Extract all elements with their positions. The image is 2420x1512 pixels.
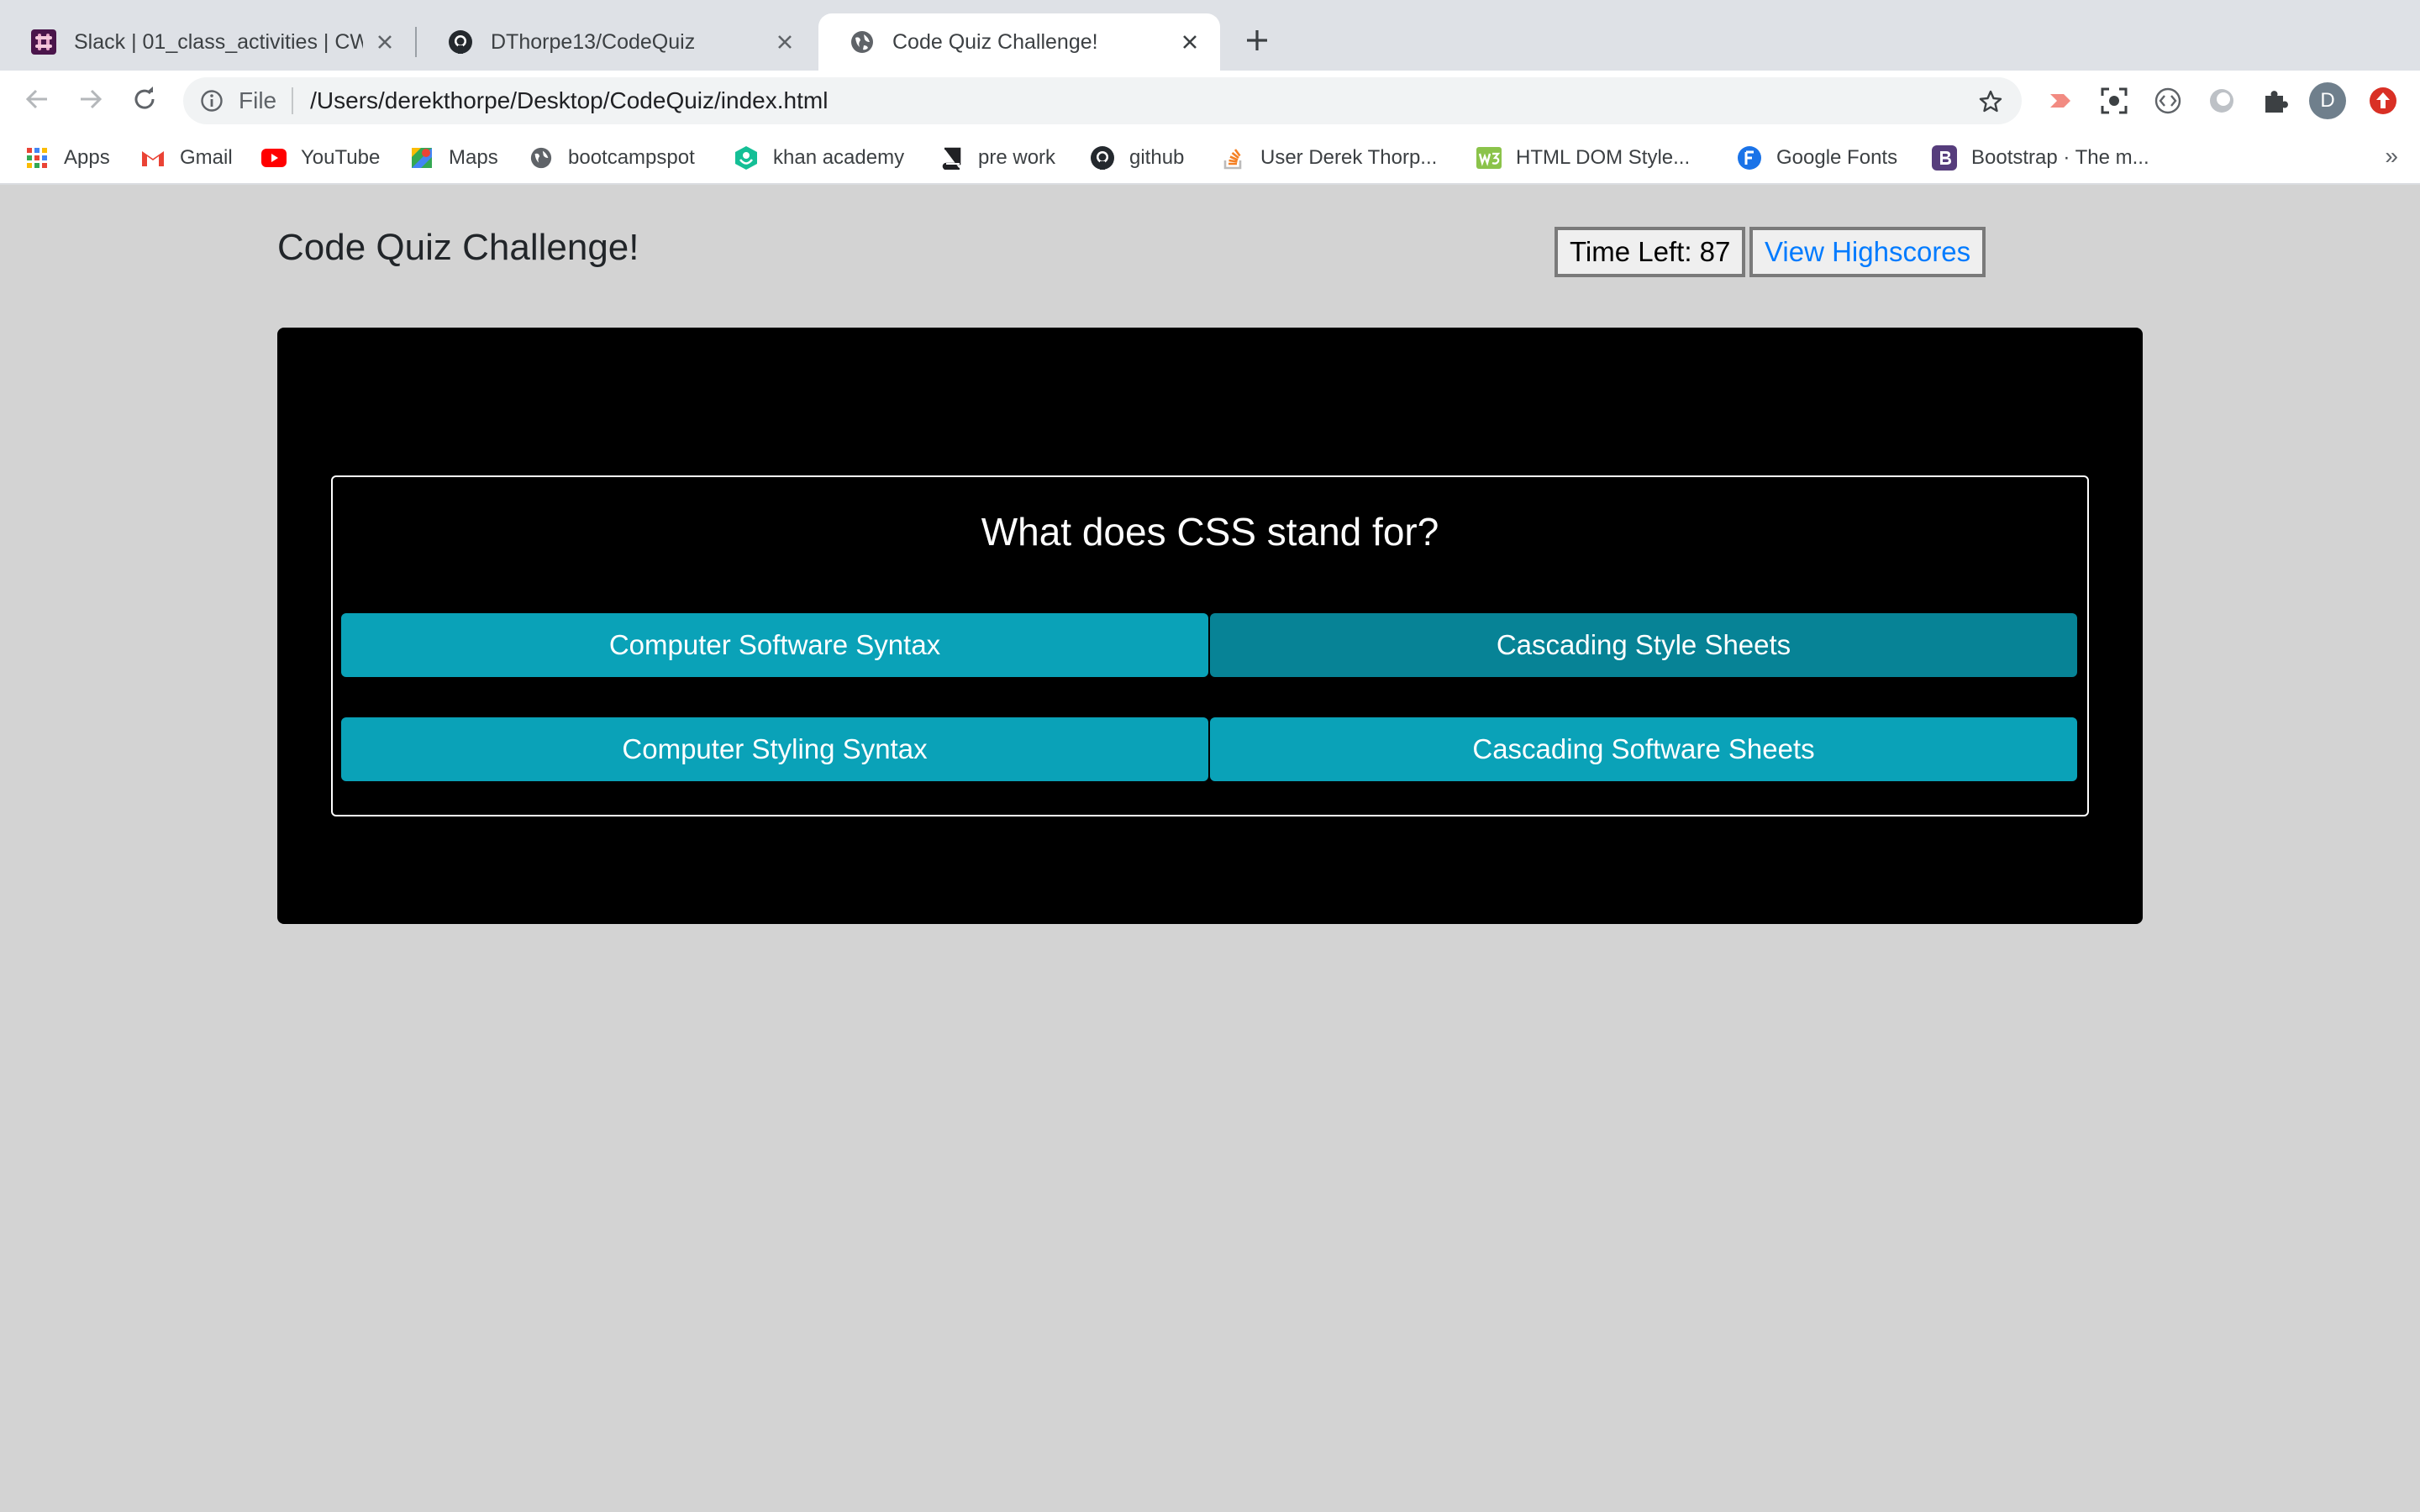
- address-bar[interactable]: File /Users/derekthorpe/Desktop/CodeQuiz…: [183, 77, 2022, 124]
- bookmark-label: User Derek Thorp...: [1260, 146, 1438, 169]
- screenshot-extension-icon[interactable]: [2097, 84, 2131, 118]
- bookmarks-bar: Apps Gmail YouTube Maps bootcampspot kha…: [0, 131, 2420, 185]
- bookmark-label: Bootstrap · The m...: [1971, 146, 2149, 169]
- bookmark-github[interactable]: github: [1089, 139, 1184, 176]
- gmail-icon: [139, 144, 166, 171]
- bookmarks-overflow-button[interactable]: »: [2385, 143, 2398, 170]
- tab-code-quiz[interactable]: Code Quiz Challenge!: [818, 13, 1220, 71]
- bookmark-label: pre work: [978, 146, 1056, 169]
- bookmark-label: Google Fonts: [1776, 146, 1898, 169]
- stackoverflow-icon: [1220, 144, 1247, 171]
- reload-button[interactable]: [126, 82, 163, 119]
- info-icon[interactable]: [198, 87, 225, 114]
- bookmark-label: YouTube: [301, 146, 381, 169]
- question-card: What does CSS stand for? Computer Softwa…: [331, 475, 2089, 816]
- answer-button-2[interactable]: Cascading Style Sheets: [1210, 613, 2077, 677]
- github-icon: [447, 29, 474, 55]
- bookmark-label: Apps: [64, 146, 110, 169]
- reload-icon: [131, 86, 158, 117]
- bookmark-label: Maps: [449, 146, 498, 169]
- tab-slack[interactable]: Slack | 01_class_activities | CW: [0, 13, 415, 71]
- youtube-icon: [260, 144, 287, 171]
- bookmark-gmail[interactable]: Gmail: [139, 139, 233, 176]
- tab-strip: Slack | 01_class_activities | CW DThorpe…: [0, 0, 2420, 71]
- bookmark-pre-work[interactable]: pre work: [938, 139, 1055, 176]
- bookmark-star-icon[interactable]: [1976, 87, 2005, 116]
- tab-title: DThorpe13/CodeQuiz: [491, 29, 696, 54]
- extension-icon[interactable]: [2205, 84, 2238, 118]
- plus-icon: [1245, 29, 1269, 56]
- github-icon: [1089, 144, 1116, 171]
- book-icon: [938, 144, 965, 171]
- bookmark-label: github: [1129, 146, 1185, 169]
- bookmark-maps[interactable]: Maps: [408, 139, 498, 176]
- url-scheme: File: [239, 87, 277, 113]
- apps-grid-icon: [24, 144, 50, 171]
- w3schools-icon: [1476, 144, 1502, 171]
- globe-icon: [849, 29, 876, 55]
- question-text: What does CSS stand for?: [981, 510, 1439, 554]
- slack-icon: [30, 29, 57, 55]
- bootstrap-icon: [1931, 144, 1958, 171]
- code-extension-icon[interactable]: [2151, 84, 2185, 118]
- tab-title: Code Quiz Challenge!: [892, 29, 1098, 54]
- bookmark-khan-academy[interactable]: khan academy: [733, 139, 904, 176]
- page-title: Code Quiz Challenge!: [277, 227, 639, 268]
- bookmark-stackoverflow[interactable]: User Derek Thorp...: [1220, 139, 1437, 176]
- close-icon[interactable]: [1176, 29, 1203, 55]
- divider: [292, 87, 294, 114]
- puzzle-icon[interactable]: [2259, 84, 2292, 118]
- url-text[interactable]: /Users/derekthorpe/Desktop/CodeQuiz/inde…: [310, 87, 828, 114]
- answer-button-1[interactable]: Computer Software Syntax: [341, 613, 1208, 677]
- bookmark-youtube[interactable]: YouTube: [260, 139, 380, 176]
- bookmark-apps[interactable]: Apps: [24, 139, 110, 176]
- view-highscores-link[interactable]: View Highscores: [1749, 227, 1986, 277]
- arrow-left-icon: [24, 86, 50, 117]
- tab-title: Slack | 01_class_activities | CW: [74, 29, 363, 54]
- arrow-right-icon: [77, 86, 104, 117]
- tab-github[interactable]: DThorpe13/CodeQuiz: [417, 13, 815, 71]
- back-button[interactable]: [18, 82, 55, 119]
- bookmark-bootcampspot[interactable]: bootcampspot: [528, 139, 695, 176]
- globe-icon: [528, 144, 555, 171]
- quiz-panel: What does CSS stand for? Computer Softwa…: [277, 328, 2143, 924]
- profile-avatar[interactable]: D: [2309, 82, 2346, 119]
- bookmark-google-fonts[interactable]: Google Fonts: [1736, 139, 1897, 176]
- new-tab-button[interactable]: [1239, 24, 1276, 60]
- close-icon[interactable]: [371, 29, 398, 55]
- bookmark-w3schools[interactable]: HTML DOM Style...: [1476, 139, 1690, 176]
- answer-button-3[interactable]: Computer Styling Syntax: [341, 717, 1208, 781]
- google-fonts-icon: [1736, 144, 1763, 171]
- answer-button-4[interactable]: Cascading Software Sheets: [1210, 717, 2077, 781]
- bookmark-label: HTML DOM Style...: [1516, 146, 1691, 169]
- update-icon[interactable]: [2366, 84, 2400, 118]
- khan-academy-icon: [733, 144, 760, 171]
- maps-icon: [408, 144, 435, 171]
- timer-display: Time Left: 87: [1555, 227, 1746, 277]
- close-icon[interactable]: [771, 29, 798, 55]
- bookmark-label: bootcampspot: [568, 146, 695, 169]
- browser-toolbar: File /Users/derekthorpe/Desktop/CodeQuiz…: [0, 71, 2420, 131]
- bookmark-label: Gmail: [180, 146, 233, 169]
- bookmark-label: khan academy: [773, 146, 905, 169]
- cast-extension-icon[interactable]: [2044, 84, 2077, 118]
- bookmark-bootstrap[interactable]: Bootstrap · The m...: [1931, 139, 2149, 176]
- forward-button[interactable]: [72, 82, 109, 119]
